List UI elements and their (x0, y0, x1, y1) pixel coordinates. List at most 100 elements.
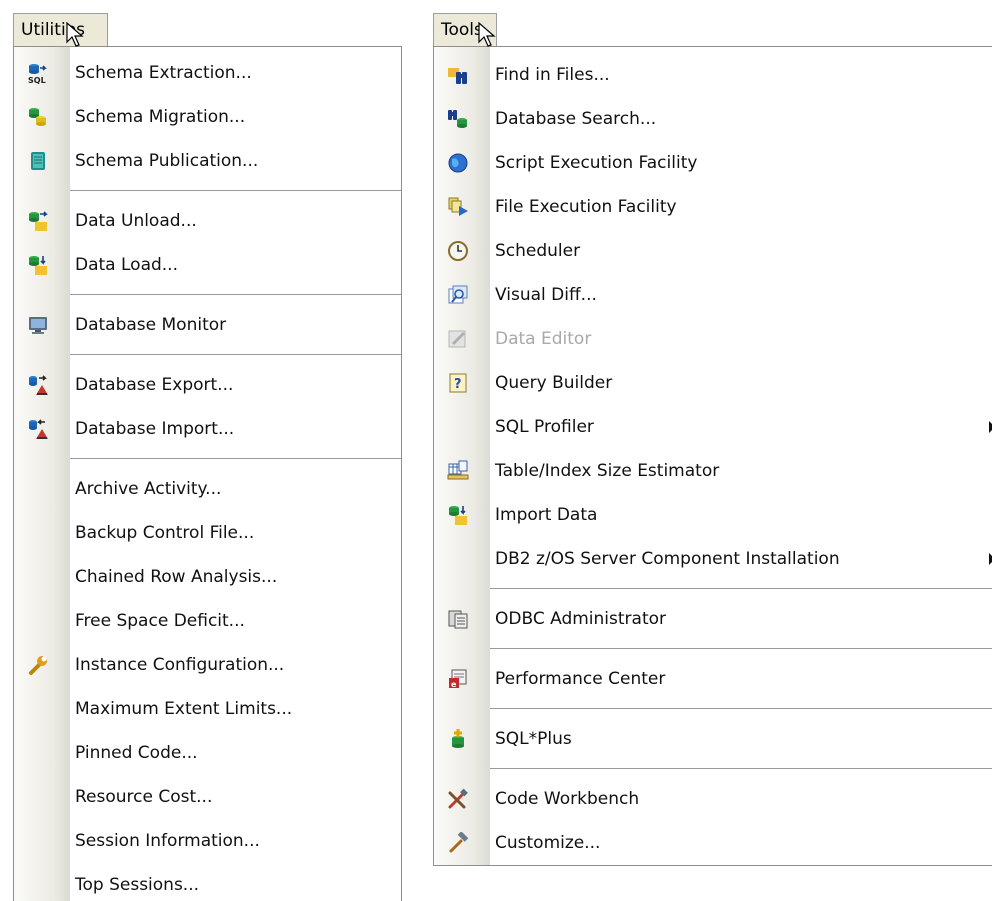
data-load-icon (27, 254, 49, 276)
globe-icon (447, 152, 469, 174)
menu-item-data-unload[interactable]: Data Unload... (14, 199, 401, 243)
monitor-icon (27, 314, 49, 336)
binoculars-icon (447, 64, 469, 86)
utilities-menu: SQL Schema Extraction... Schema Migratio… (13, 46, 402, 901)
mouse-cursor-icon (478, 22, 498, 48)
menu-item-label: Free Space Deficit... (75, 611, 245, 631)
visual-diff-icon (447, 284, 469, 306)
menu-item-schema-extraction[interactable]: SQL Schema Extraction... (14, 51, 401, 95)
sqlplus-icon (447, 728, 469, 750)
svg-text:e: e (451, 680, 457, 689)
menu-separator (14, 347, 401, 363)
menu-item-label: Table/Index Size Estimator (495, 461, 720, 481)
menu-item-customize[interactable]: Customize... (434, 821, 992, 865)
menu-separator (434, 641, 992, 657)
database-search-icon (447, 108, 469, 130)
schema-publication-icon (27, 150, 49, 172)
menu-item-db2-zos-server-component-installation[interactable]: DB2 z/OS Server Component Installation (434, 537, 992, 581)
menu-item-label: Schema Extraction... (75, 63, 252, 83)
menu-item-schema-migration[interactable]: Schema Migration... (14, 95, 401, 139)
menu-item-archive-activity[interactable]: Archive Activity... (14, 467, 401, 511)
menu-item-label: Database Monitor (75, 315, 227, 335)
menu-item-query-builder[interactable]: ? Query Builder (434, 361, 992, 405)
menu-item-sqlplus[interactable]: SQL*Plus (434, 717, 992, 761)
file-execution-icon (447, 196, 469, 218)
import-data-icon (447, 504, 469, 526)
menu-item-backup-control-file[interactable]: Backup Control File... (14, 511, 401, 555)
menu-item-resource-cost[interactable]: Resource Cost... (14, 775, 401, 819)
menu-item-label: Import Data (495, 505, 598, 525)
menu-item-data-editor[interactable]: Data Editor (434, 317, 992, 361)
menu-item-label: Data Load... (75, 255, 178, 275)
menu-item-database-monitor[interactable]: Database Monitor (14, 303, 401, 347)
menu-item-label: Archive Activity... (75, 479, 222, 499)
menu-item-label: Schema Publication... (75, 151, 259, 171)
menu-item-find-in-files[interactable]: Find in Files... (434, 53, 992, 97)
menu-item-label: Chained Row Analysis... (75, 567, 278, 587)
menu-item-code-workbench[interactable]: Code Workbench (434, 777, 992, 821)
menu-title-tools-label: Tools (441, 20, 483, 40)
size-estimator-icon (447, 460, 469, 482)
database-import-icon (27, 418, 49, 440)
menu-item-scheduler[interactable]: Scheduler (434, 229, 992, 273)
schema-extraction-icon: SQL (27, 62, 49, 84)
menu-item-session-information[interactable]: Session Information... (14, 819, 401, 863)
svg-text:SQL: SQL (28, 76, 46, 84)
menu-item-import-data[interactable]: Import Data (434, 493, 992, 537)
wrench-icon (27, 654, 49, 676)
menu-item-label: Schema Migration... (75, 107, 246, 127)
menu-item-label: Maximum Extent Limits... (75, 699, 293, 719)
data-editor-icon (447, 328, 469, 350)
svg-text:?: ? (454, 377, 462, 392)
menu-item-table-index-size-estimator[interactable]: Table/Index Size Estimator (434, 449, 992, 493)
menu-item-chained-row-analysis[interactable]: Chained Row Analysis... (14, 555, 401, 599)
menu-separator (434, 761, 992, 777)
menu-title-utilities[interactable]: Utilities (13, 13, 108, 47)
menu-separator (434, 701, 992, 717)
menu-item-database-search[interactable]: Database Search... (434, 97, 992, 141)
menu-item-label: Find in Files... (495, 65, 610, 85)
menu-item-label: Database Export... (75, 375, 234, 395)
code-workbench-icon (447, 788, 469, 810)
menu-item-pinned-code[interactable]: Pinned Code... (14, 731, 401, 775)
menu-item-top-sessions[interactable]: Top Sessions... (14, 863, 401, 901)
menu-item-label: Top Sessions... (75, 875, 200, 895)
menu-item-schema-publication[interactable]: Schema Publication... (14, 139, 401, 183)
menu-item-label: File Execution Facility (495, 197, 677, 217)
menu-item-label: Performance Center (495, 669, 666, 689)
menu-item-sql-profiler[interactable]: SQL Profiler (434, 405, 992, 449)
menu-item-label: Script Execution Facility (495, 153, 698, 173)
schema-migration-icon (27, 106, 49, 128)
odbc-icon (447, 608, 469, 630)
menu-item-odbc-administrator[interactable]: ODBC Administrator (434, 597, 992, 641)
menu-item-label: Data Editor (495, 329, 592, 349)
menu-item-label: Pinned Code... (75, 743, 198, 763)
menu-item-data-load[interactable]: Data Load... (14, 243, 401, 287)
menu-item-label: Database Import... (75, 419, 235, 439)
menu-item-visual-diff[interactable]: Visual Diff... (434, 273, 992, 317)
menu-item-script-execution-facility[interactable]: Script Execution Facility (434, 141, 992, 185)
menu-item-label: Customize... (495, 833, 601, 853)
menu-item-performance-center[interactable]: e Performance Center (434, 657, 992, 701)
query-builder-icon: ? (447, 372, 469, 394)
menu-item-label: Scheduler (495, 241, 581, 261)
menu-item-database-export[interactable]: Database Export... (14, 363, 401, 407)
menu-item-label: Code Workbench (495, 789, 640, 809)
menu-item-maximum-extent-limits[interactable]: Maximum Extent Limits... (14, 687, 401, 731)
performance-center-icon: e (447, 668, 469, 690)
menu-item-free-space-deficit[interactable]: Free Space Deficit... (14, 599, 401, 643)
menu-separator (434, 581, 992, 597)
menu-item-database-import[interactable]: Database Import... (14, 407, 401, 451)
menu-item-instance-configuration[interactable]: Instance Configuration... (14, 643, 401, 687)
hammer-icon (447, 832, 469, 854)
menu-item-label: Instance Configuration... (75, 655, 285, 675)
menu-item-file-execution-facility[interactable]: File Execution Facility (434, 185, 992, 229)
menu-item-label: Visual Diff... (495, 285, 597, 305)
menu-item-label: Backup Control File... (75, 523, 255, 543)
menu-item-label: DB2 z/OS Server Component Installation (495, 549, 840, 569)
clock-icon (447, 240, 469, 262)
menu-separator (14, 451, 401, 467)
menu-separator (14, 287, 401, 303)
menu-item-label: Data Unload... (75, 211, 197, 231)
database-export-icon (27, 374, 49, 396)
